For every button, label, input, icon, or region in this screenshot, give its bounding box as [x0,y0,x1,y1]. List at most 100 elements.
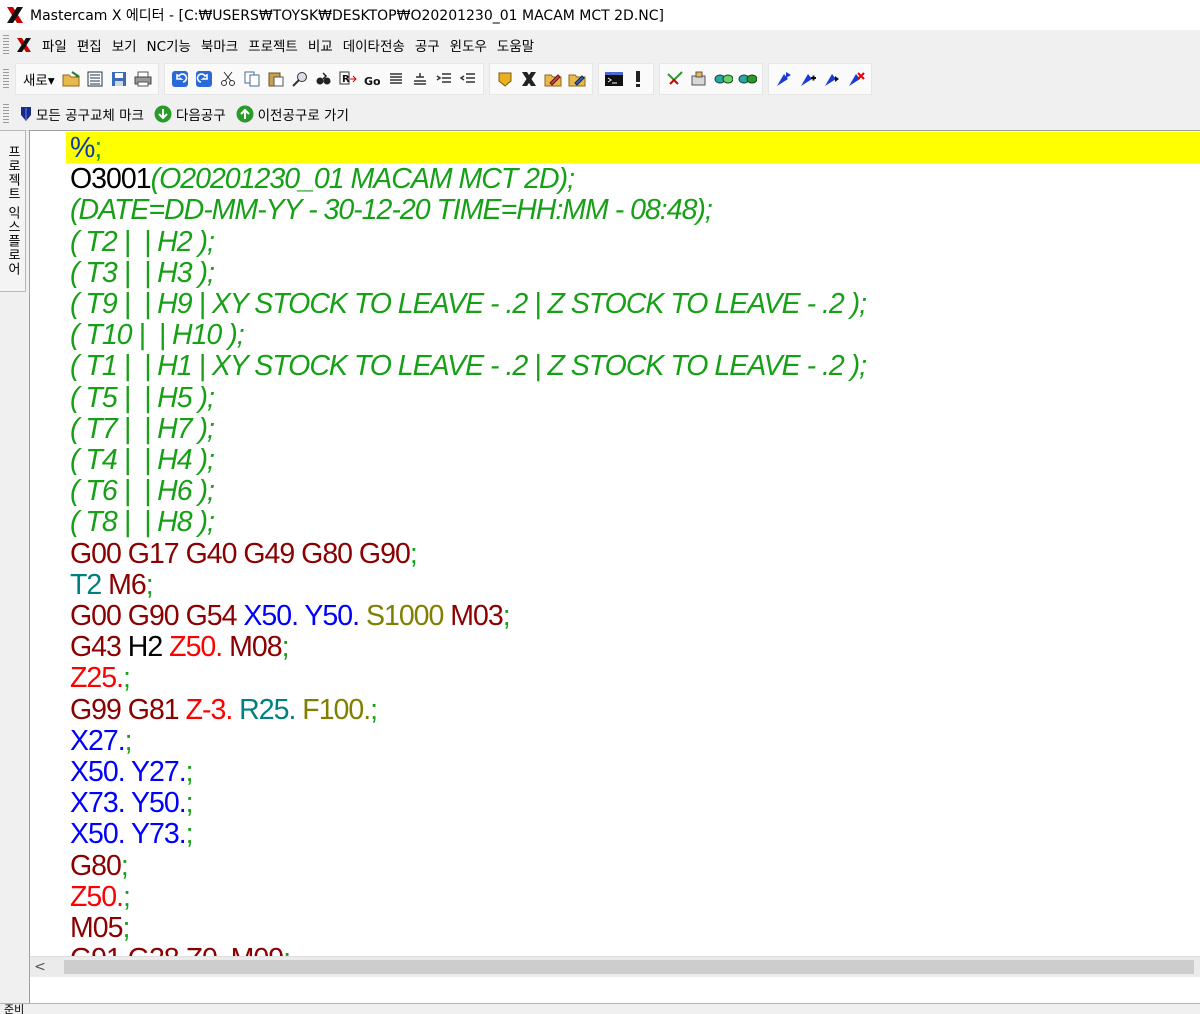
replace-icon[interactable]: R [338,69,358,89]
code-line[interactable]: X50. Y27.; [70,757,194,788]
code-token: ; [123,662,131,695]
code-token: ; [370,693,378,726]
machine-icon[interactable] [689,69,709,89]
code-area[interactable]: %; O3001(O20201230_01 MACAM MCT 2D); (DATE… [30,131,1200,956]
code-line[interactable]: %; [70,133,102,164]
code-token: ; [502,600,511,632]
toolbar2-grip[interactable] [3,104,9,124]
mastercam-x-icon[interactable] [519,69,539,89]
print-icon[interactable] [133,69,153,89]
code-line[interactable]: ( T7 | | H7 ); [70,413,215,445]
code-token: X73. Y50. [70,787,187,820]
edit-folder-2-icon[interactable] [567,69,587,89]
code-line[interactable]: X73. Y50.; [70,787,194,820]
code-line[interactable]: ( T2 | | H2 ); [70,225,215,258]
code-line[interactable]: M05; [70,912,130,944]
code-line[interactable]: G43 H2 Z50. M08; [70,632,289,663]
menu-file[interactable]: 파일 [37,33,72,57]
code-line[interactable]: ( T5 | | H5 ); [70,382,215,414]
code-line[interactable]: (DATE=DD-MM-YY - 30-12-20 TIME=HH:MM - 0… [70,195,713,226]
code-line[interactable]: X27.; [70,725,133,757]
marker-add-icon[interactable] [798,69,818,89]
find-icon[interactable] [290,69,310,89]
code-line[interactable]: X50. Y73.; [70,819,194,850]
svg-text:Go: Go [364,75,381,87]
shield-icon[interactable] [495,69,515,89]
marker-delete-icon[interactable] [846,69,866,89]
copy-icon[interactable] [242,69,262,89]
code-line[interactable]: ( T10 | | H10 ); [70,320,245,351]
code-token: G99 G81 [70,693,186,726]
horizontal-scrollbar[interactable]: < [30,956,1200,977]
menu-tool[interactable]: 공구 [410,33,445,57]
marker-icon[interactable] [774,69,794,89]
edit-folder-icon[interactable] [543,69,563,89]
code-line[interactable]: G99 G81 Z-3. R25. F100.; [70,693,378,726]
open-icon[interactable] [61,69,81,89]
menu-view[interactable]: 보기 [107,33,142,57]
menu-compare[interactable]: 비교 [303,33,338,57]
step-icon[interactable] [713,69,733,89]
nc-editor[interactable]: %; O3001(O20201230_01 MACAM MCT 2D); (DATE… [29,130,1200,1004]
title-bar: Mastercam X 에디터 - [C:₩USERS₩TOYSK₩DESKTO… [0,0,1200,30]
code-token: (O20201230_01 MACAM MCT 2D); [150,163,575,196]
undo-icon[interactable] [170,69,190,89]
align-icon[interactable] [386,69,406,89]
toolbar-grip[interactable] [3,69,9,89]
backplot-icon[interactable] [665,69,685,89]
code-line[interactable]: T2 M6; [70,569,154,601]
code-line[interactable]: G00 G90 G54 X50. Y50. S1000 M03; [70,600,511,632]
menu-help[interactable]: 도움말 [492,33,539,57]
arrow-down-circle-icon [154,105,172,123]
menu-project[interactable]: 프로젝트 [243,33,303,57]
marker-next-icon[interactable] [822,69,842,89]
mark-all-tool-changes-button[interactable]: 모든 공구교체 마크 [15,104,149,124]
scroll-thumb[interactable] [64,960,1194,974]
menu-bar: 파일 편집 보기 NC기능 북마크 프로젝트 비교 데이타전송 공구 윈도우 도… [0,30,1200,61]
project-explorer-tab[interactable]: 프로젝트 익스플로어 [0,130,26,292]
save-icon[interactable] [109,69,129,89]
code-token: R25. [232,693,296,726]
indent-icon[interactable] [434,69,454,89]
code-line[interactable]: G00 G17 G40 G49 G80 G90; [70,538,418,570]
menu-nc-functions[interactable]: NC기능 [142,33,196,57]
alert-icon[interactable] [628,69,648,89]
cut-icon[interactable] [218,69,238,89]
code-line[interactable]: Z25.; [70,662,131,695]
paste-icon[interactable] [266,69,286,89]
menu-window[interactable]: 윈도우 [445,33,492,57]
new-dropdown-button[interactable]: 새로▾ [19,69,59,89]
code-token: ( T2 | | H2 ); [70,225,215,258]
app-menu-icon[interactable] [15,36,33,54]
code-token: Z-3. [185,693,234,726]
code-line[interactable]: ( T3 | | H3 ); [70,257,215,289]
code-line[interactable]: ( T1 | | H1 | XY STOCK TO LEAVE - .2 | Z… [70,351,867,382]
redo-icon[interactable] [194,69,214,89]
goto-line-icon[interactable]: Go [362,69,382,89]
code-line[interactable]: G91 G28 Z0. M09; [70,943,291,956]
code-line[interactable]: G80; [70,850,129,882]
menu-data-transfer[interactable]: 데이타전송 [338,33,410,57]
menu-edit[interactable]: 편집 [72,33,107,57]
project-explorer-label: 프로젝트 익스플로어 [5,145,20,277]
outdent-icon[interactable] [458,69,478,89]
menu-bookmark[interactable]: 북마크 [196,33,243,57]
code-token: ( T6 | | H6 ); [70,475,215,508]
code-line[interactable]: ( T8 | | H8 ); [70,507,215,538]
code-token: G91 G28 Z0. M09 [70,943,284,956]
code-token: ; [122,912,130,944]
code-line[interactable]: O3001(O20201230_01 MACAM MCT 2D); [70,163,575,196]
code-line[interactable]: ( T6 | | H6 ); [70,475,215,508]
find-next-icon[interactable] [314,69,334,89]
play-icon[interactable] [737,69,757,89]
renumber-icon[interactable] [410,69,430,89]
command-prompt-icon[interactable] [604,69,624,89]
scroll-left-arrow-icon[interactable]: < [30,957,50,977]
code-line[interactable]: Z50.; [70,881,131,913]
previous-tool-button[interactable]: 이전공구로 가기 [231,104,354,124]
properties-icon[interactable] [85,69,105,89]
code-line[interactable]: ( T4 | | H4 ); [70,445,215,476]
menubar-grip[interactable] [3,35,9,55]
code-line[interactable]: ( T9 | | H9 | XY STOCK TO LEAVE - .2 | Z… [70,289,867,320]
next-tool-button[interactable]: 다음공구 [149,104,231,124]
